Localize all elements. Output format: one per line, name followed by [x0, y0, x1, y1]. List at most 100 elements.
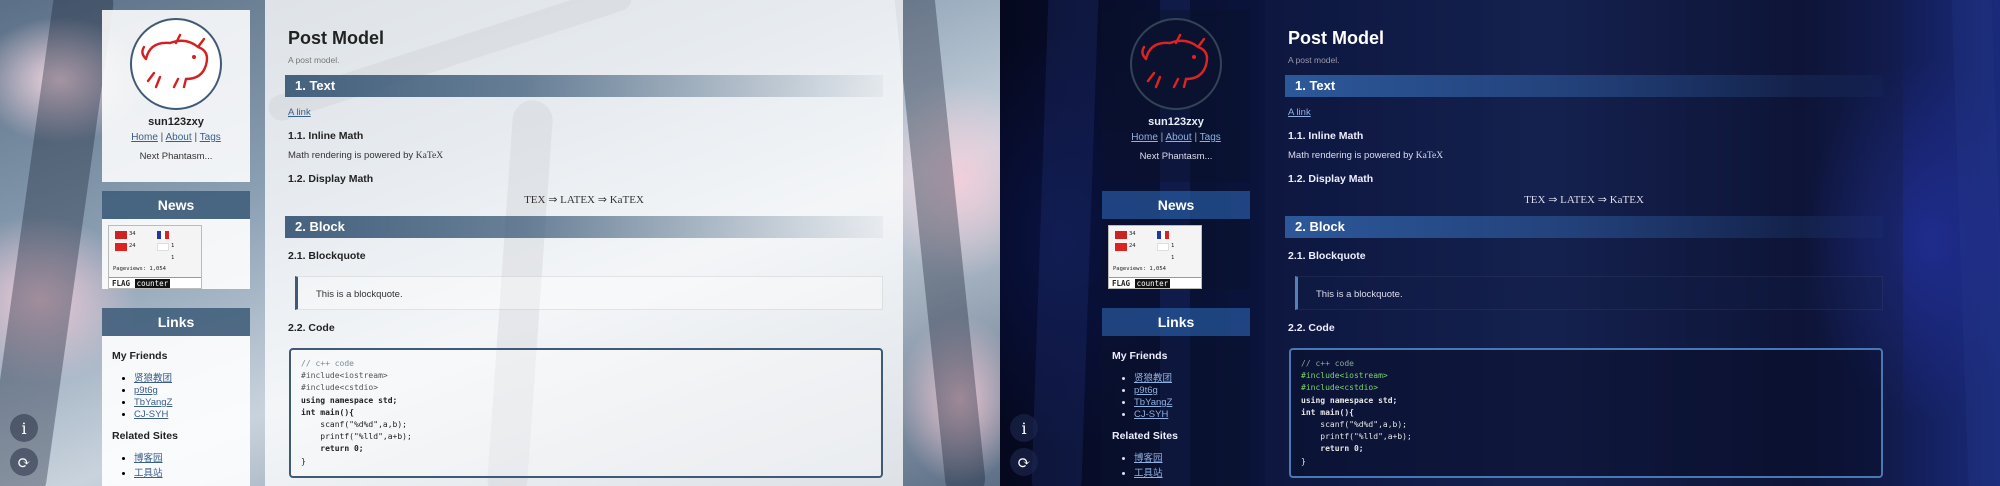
nav-home-link[interactable]: Home — [1131, 132, 1158, 143]
flag-count: 1 — [171, 255, 175, 261]
code-line: printf("%lld",a+b); — [301, 432, 412, 442]
nav-tags-link[interactable]: Tags — [200, 132, 221, 143]
list-item: p9t6g — [134, 385, 240, 396]
display-math-heading: 1.2. Display Math — [1288, 173, 1374, 185]
flag-counter-widget[interactable]: 34 24 1 1 Pageviews: 1,054 FLAG counter — [108, 225, 202, 289]
nav-separator: | — [1160, 132, 1164, 143]
friend-link[interactable]: p9t6g — [134, 385, 158, 396]
flag-brand-name: FLAG — [1112, 279, 1131, 288]
flag-brand-suffix: counter — [1134, 279, 1171, 288]
list-item: p9t6g — [1134, 385, 1240, 396]
related-link[interactable]: 工具站 — [1134, 468, 1163, 479]
friend-link[interactable]: CJ-SYH — [1134, 409, 1168, 420]
a-link[interactable]: A link — [288, 107, 883, 118]
light-theme-panel: sun123zxy Home | About | Tags Next Phant… — [0, 0, 1000, 486]
info-icon[interactable]: i — [10, 414, 38, 442]
list-item: TbYangZ — [134, 397, 240, 408]
theme-toggle-icon[interactable]: ⟳ — [1010, 448, 1038, 476]
news-box: 34 24 1 1 Pageviews: 1,054 FLAG counter — [1102, 219, 1250, 289]
nav-separator: | — [1194, 132, 1198, 143]
profile-card: sun123zxy Home | About | Tags Next Phant… — [102, 10, 250, 182]
blockquote-heading: 2.1. Blockquote — [1288, 250, 1366, 262]
flag-pageviews: Pageviews: 1,054 — [1113, 266, 1166, 272]
code-line: int main(){ — [1301, 407, 1354, 417]
username: sun123zxy — [1148, 116, 1204, 128]
nav-tags-link[interactable]: Tags — [1200, 132, 1221, 143]
inline-math-label: Math rendering is powered by — [1288, 150, 1416, 161]
code-line: #include<cstdio> — [1301, 383, 1379, 393]
inline-math-text: Math rendering is powered by KaTeX — [1288, 150, 1883, 161]
blockquote: This is a blockquote. — [1295, 276, 1883, 310]
list-item: 贤狼教团 — [134, 370, 240, 384]
news-box: 34 24 1 1 Pageviews: 1,054 FLAG counter — [102, 219, 250, 289]
friend-link[interactable]: CJ-SYH — [134, 409, 168, 420]
code-heading: 2.2. Code — [288, 322, 335, 334]
section-heading-text: 1. Text — [285, 75, 883, 97]
display-math-heading: 1.2. Display Math — [288, 173, 374, 185]
flag-count: 1 — [1171, 243, 1175, 249]
related-list: 博客园 工具站 — [112, 450, 240, 479]
flag-counter-widget[interactable]: 34 24 1 1 Pageviews: 1,054 FLAG counter — [1108, 225, 1202, 289]
post-title: Post Model — [1288, 28, 1385, 48]
avatar[interactable] — [130, 18, 222, 110]
list-item: TbYangZ — [1134, 397, 1240, 408]
code-line: // c++ code — [1301, 359, 1354, 368]
avatar[interactable] — [1130, 18, 1222, 110]
section-heading-text: 1. Text — [1285, 75, 1883, 97]
code-line: } — [301, 456, 306, 466]
inline-math-text: Math rendering is powered by KaTeX — [288, 150, 883, 161]
nav-about-link[interactable]: About — [1166, 132, 1192, 143]
flag-count: 1 — [171, 243, 175, 249]
code-line: return 0; — [1301, 444, 1364, 454]
theme-toggle-icon[interactable]: ⟳ — [10, 448, 38, 476]
pig-logo — [1141, 33, 1209, 89]
blockquote-heading: 2.1. Blockquote — [288, 250, 366, 262]
flag-count: 1 — [1171, 255, 1175, 261]
flag-pageviews: Pageviews: 1,054 — [113, 266, 166, 272]
news-heading: News — [102, 191, 250, 219]
friend-link[interactable]: p9t6g — [1134, 385, 1158, 396]
nav-home-link[interactable]: Home — [131, 132, 158, 143]
tagline: Next Phantasm... — [1139, 151, 1213, 162]
inline-math-heading: 1.1. Inline Math — [288, 130, 364, 142]
friend-link[interactable]: 贤狼教团 — [1134, 373, 1172, 384]
related-link[interactable]: 工具站 — [134, 468, 163, 479]
code-block: // c++ code #include<iostream> #include<… — [1289, 348, 1883, 478]
related-link[interactable]: 博客园 — [134, 453, 163, 464]
post-content: Post Model A post model. 1. Text A link … — [1265, 0, 1903, 486]
nav-separator: | — [194, 132, 198, 143]
news-heading: News — [1102, 191, 1250, 219]
theme-glyph: ⟳ — [17, 452, 31, 472]
related-link[interactable]: 博客园 — [1134, 453, 1163, 464]
sidebar-nav: Home | About | Tags — [1102, 132, 1250, 143]
code-line: // c++ code — [301, 359, 354, 368]
code-line: return 0; — [301, 444, 364, 454]
flag-brand: FLAG counter — [1109, 277, 1201, 288]
flag-brand-name: FLAG — [112, 279, 131, 288]
blockquote: This is a blockquote. — [295, 276, 883, 310]
list-item: CJ-SYH — [1134, 409, 1240, 420]
list-item: 工具站 — [134, 465, 240, 479]
code-line: scanf("%d%d",a,b); — [1301, 420, 1407, 430]
friend-link[interactable]: TbYangZ — [134, 397, 172, 408]
post-subtitle: A post model. — [1288, 55, 1340, 65]
code-heading: 2.2. Code — [1288, 322, 1335, 334]
list-item: CJ-SYH — [134, 409, 240, 420]
links-heading: Links — [102, 308, 250, 336]
info-glyph: i — [21, 418, 27, 438]
friend-link[interactable]: TbYangZ — [1134, 397, 1172, 408]
inline-math-heading: 1.1. Inline Math — [1288, 130, 1364, 142]
info-icon[interactable]: i — [1010, 414, 1038, 442]
code-line: using namespace std; — [301, 395, 398, 405]
list-item: 贤狼教团 — [1134, 370, 1240, 384]
friends-list: 贤狼教团 p9t6g TbYangZ CJ-SYH — [1112, 370, 1240, 420]
links-heading: Links — [1102, 308, 1250, 336]
friends-heading: My Friends — [112, 350, 168, 362]
a-link[interactable]: A link — [1288, 107, 1883, 118]
nav-about-link[interactable]: About — [166, 132, 192, 143]
inline-math-label: Math rendering is powered by — [288, 150, 416, 161]
katex-logo: KaTeX — [415, 151, 444, 161]
post-title: Post Model — [288, 28, 385, 48]
friend-link[interactable]: 贤狼教团 — [134, 373, 172, 384]
code-line: #include<cstdio> — [301, 383, 379, 393]
